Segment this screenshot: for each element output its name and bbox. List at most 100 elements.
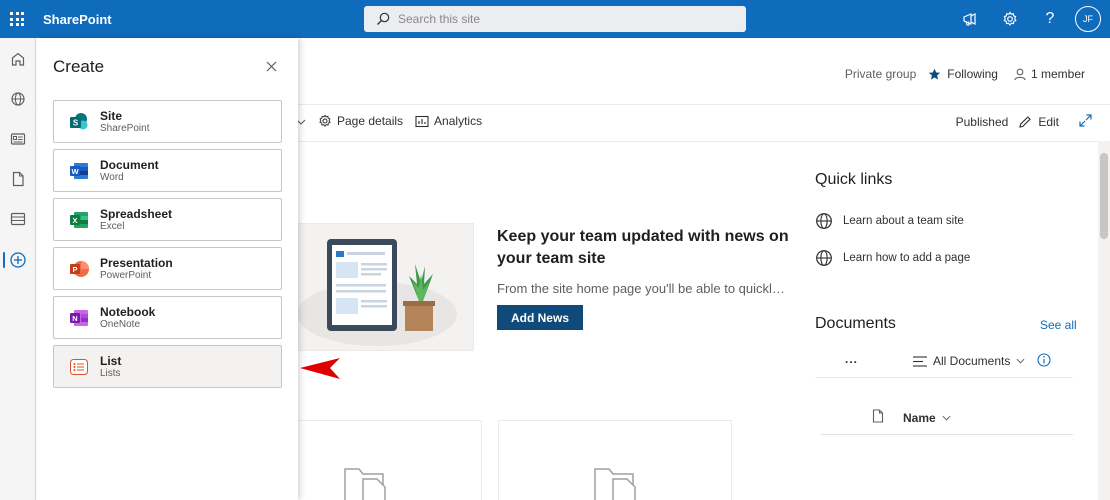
quick-link-label: Learn about a team site [843, 215, 964, 227]
group-type: Private group [844, 67, 917, 81]
folder-icon [594, 468, 636, 500]
follow-button[interactable]: Following [928, 67, 998, 81]
create-item-title: Document [100, 157, 159, 172]
page-scrollbar[interactable] [1098, 141, 1110, 500]
edit-button[interactable]: Edit [1018, 115, 1059, 129]
globe-icon [816, 250, 832, 266]
expand-icon[interactable] [1079, 114, 1092, 130]
create-item-subtitle: PowerPoint [100, 269, 152, 281]
create-panel: Create S Site SharePoint W Document Word X… [37, 38, 298, 500]
svg-text:X: X [72, 216, 77, 225]
members-label: 1 member [1030, 67, 1085, 81]
chevron-down-icon [942, 415, 951, 421]
quick-link-item[interactable]: Learn how to add a page [815, 249, 970, 267]
create-icon[interactable] [0, 246, 36, 274]
news-title: Keep your team updated with news on your… [497, 228, 789, 267]
svg-text:P: P [72, 265, 77, 274]
create-document-button[interactable]: W Document Word [53, 149, 282, 192]
view-selector[interactable]: All Documents [913, 354, 1025, 368]
create-item-title: Notebook [100, 304, 156, 319]
info-icon[interactable] [1037, 353, 1051, 370]
create-item-title: Site [100, 108, 123, 123]
site-header-actions: Private group Following 1 member [845, 67, 1085, 81]
create-item-subtitle: OneNote [100, 318, 141, 330]
members-button[interactable]: 1 member [1014, 67, 1085, 81]
create-spreadsheet-button[interactable]: X Spreadsheet Excel [53, 198, 282, 241]
create-panel-title: Create [53, 57, 105, 76]
create-item-subtitle: Lists [100, 367, 121, 379]
documents-column-header: Name [821, 405, 1073, 435]
list-view-icon [913, 355, 927, 367]
megaphone-icon[interactable] [950, 0, 990, 38]
globe-icon[interactable] [0, 85, 36, 113]
onenote-icon: N [70, 309, 88, 326]
analytics-label: Analytics [434, 114, 483, 128]
create-item-title: Spreadsheet [100, 206, 173, 221]
avatar[interactable]: JF [1075, 6, 1101, 32]
list-icon[interactable] [0, 205, 36, 233]
svg-text:S: S [73, 118, 79, 127]
create-item-subtitle: Excel [100, 220, 125, 232]
news-illustration [296, 223, 474, 351]
brand-name[interactable]: SharePoint [43, 12, 112, 27]
view-label: All Documents [933, 354, 1011, 368]
name-column-label: Name [903, 411, 936, 425]
globe-icon [816, 213, 832, 229]
edit-label: Edit [1038, 115, 1059, 129]
analytics-button[interactable]: Analytics [415, 114, 482, 128]
create-item-title: Presentation [100, 255, 173, 270]
create-list-button[interactable]: List Lists [53, 345, 282, 388]
pencil-icon [1019, 116, 1032, 128]
create-item-subtitle: Word [100, 171, 124, 183]
more-options-button[interactable]: ... [845, 352, 858, 366]
word-icon: W [70, 162, 88, 179]
create-item-subtitle: SharePoint [100, 122, 150, 134]
create-presentation-button[interactable]: P Presentation PowerPoint [53, 247, 282, 290]
name-column-header[interactable]: Name [903, 411, 951, 425]
see-all-link[interactable]: See all [1040, 318, 1077, 332]
person-icon [1014, 68, 1026, 80]
command-bar-right: Published Edit [956, 114, 1092, 130]
documents-toolbar: ... All Documents [815, 350, 1073, 378]
sharepoint-icon: S [70, 112, 88, 129]
app-launcher-icon[interactable] [0, 0, 34, 38]
star-icon [929, 68, 941, 80]
news-text: Keep your team updated with news on your… [497, 226, 797, 296]
page-details-button[interactable]: Page details [318, 114, 403, 128]
placeholder-tile[interactable] [498, 420, 732, 500]
search-input[interactable] [398, 12, 728, 26]
analytics-icon [415, 115, 429, 127]
svg-text:N: N [72, 314, 77, 323]
svg-text:W: W [71, 167, 79, 176]
folder-icon [344, 468, 386, 500]
follow-label: Following [947, 67, 998, 81]
page-details-label: Page details [337, 114, 404, 128]
excel-icon: X [70, 211, 88, 228]
news-icon[interactable] [0, 125, 36, 153]
quick-link-label: Learn how to add a page [843, 252, 971, 264]
help-icon[interactable]: ? [1030, 0, 1070, 38]
suite-bar: SharePoint ? JF [0, 0, 1110, 38]
command-bar: Page details Analytics [296, 114, 494, 128]
close-icon[interactable] [261, 56, 281, 76]
home-icon[interactable] [0, 45, 36, 73]
gear-icon[interactable] [990, 0, 1030, 38]
search-box[interactable] [364, 6, 746, 32]
news-description: From the site home page you'll be able t… [497, 281, 787, 296]
create-item-title: List [100, 353, 122, 368]
quick-links-title: Quick links [815, 171, 893, 188]
annotation-arrow-icon [300, 358, 340, 379]
file-type-icon [872, 409, 884, 423]
scrollbar-thumb[interactable] [1100, 153, 1108, 239]
app-bar [0, 38, 36, 500]
documents-title: Documents [815, 315, 896, 332]
create-notebook-button[interactable]: N Notebook OneNote [53, 296, 282, 339]
file-icon[interactable] [0, 165, 36, 193]
gear-icon [319, 114, 331, 128]
create-site-button[interactable]: S Site SharePoint [53, 100, 282, 143]
add-news-button[interactable]: Add News [497, 305, 583, 330]
publish-status: Published [955, 115, 1009, 129]
powerpoint-icon: P [70, 260, 89, 277]
quick-link-item[interactable]: Learn about a team site [815, 212, 964, 230]
lists-icon [70, 358, 88, 375]
